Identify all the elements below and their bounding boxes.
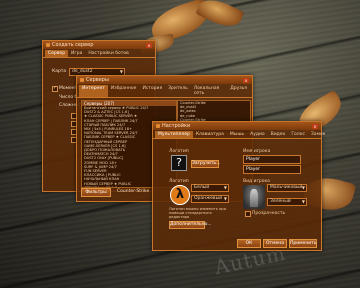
lambda-logo-icon: λ [170,185,190,205]
tab-bot-settings[interactable]: Настройки ботов [85,50,131,57]
settings-window: Настройки × Мультиплеер Клавиатура Мышь … [152,121,325,251]
app-icon [46,43,50,47]
window-title: Серверы [86,77,109,83]
window-title: Настройки [162,123,191,129]
player-model-preview [243,185,265,209]
create-server-titlebar[interactable]: Создать сервер × [43,41,155,49]
tab-game[interactable]: Игра [68,50,85,57]
tab-keyboard[interactable]: Клавиатура [193,131,227,138]
chevron-down-icon: ▼ [301,199,305,204]
secondary-color-value: Оранжевый [194,196,223,201]
tab-server[interactable]: Сервер [45,50,69,57]
logo-hint: Логотип можно изменить при помощи станда… [169,207,226,220]
logo-label: Логотип [169,149,189,154]
tab-internet[interactable]: Интернет [79,85,108,97]
model-select[interactable]: Мальчиковый ▼ [267,184,307,192]
player-name-input[interactable]: Player [243,155,301,164]
apply-button[interactable]: Применить [289,239,317,248]
tab-spectate[interactable]: Зритель [165,85,191,97]
filter-status: Counter-Strike [117,189,150,194]
secondary-color-select[interactable]: Оранжевый ▼ [191,195,229,203]
ok-button[interactable]: ОК [237,239,261,248]
primary-color-select[interactable]: Белый ▼ [191,184,229,192]
chevron-down-icon: ▼ [223,196,227,201]
transparency-checkbox[interactable] [245,211,251,217]
model-color-select[interactable]: Зелёный ▼ [267,198,307,206]
chevron-down-icon: ▼ [223,185,227,190]
tab-multiplayer[interactable]: Мультиплеер [155,131,193,138]
tab-friends[interactable]: Друзья [227,85,250,97]
close-icon[interactable]: × [312,123,318,129]
player-nick-input[interactable]: Player [243,165,301,174]
window-title: Создать сервер [52,42,94,48]
create-server-tabs: Сервер Игра Настройки ботов [43,49,155,58]
transparency-label: Прозрачность [252,211,286,216]
tab-lan[interactable]: Локальная сеть [191,85,227,97]
browse-button[interactable]: Загрузить... [191,160,220,168]
player-figure-icon [250,189,258,207]
player-logo-icon: ? [171,155,187,171]
leaf-decoration [195,0,245,33]
map-select-value: de_dust2 [72,69,93,74]
instant-checkbox[interactable] [52,85,58,92]
tab-history[interactable]: История [139,85,165,97]
tab-video[interactable]: Видео [268,131,289,138]
tab-favorites[interactable]: Избранное [108,85,140,97]
primary-color-value: Белый [194,185,210,190]
advanced-button[interactable]: Дополнительно... [169,221,212,229]
color-label: Логотип [169,179,189,184]
close-icon[interactable]: × [243,77,249,83]
servers-tabs: Интернет Избранное История Зритель Локал… [77,84,252,98]
tab-mouse[interactable]: Мышь [227,131,247,138]
app-icon [80,78,84,82]
model-label: Вид игрока [243,179,270,184]
player-name-label: Имя игрока [243,149,271,154]
settings-titlebar[interactable]: Настройки × [153,122,321,130]
model-color-value: Зелёный [270,199,291,204]
model-value: Мальчиковый [270,185,303,190]
chevron-down-icon: ▼ [301,185,305,190]
tab-voice[interactable]: Голос [288,131,308,138]
tab-audio[interactable]: Аудио [247,131,268,138]
app-icon [156,124,160,128]
filters-button[interactable]: Фильтры [81,188,111,197]
close-icon[interactable]: × [146,42,152,48]
map-label: Карта [52,69,67,74]
settings-tabs: Мультиплеер Клавиатура Мышь Аудио Видео … [153,130,325,139]
tab-lock[interactable]: Замок [308,131,329,138]
servers-titlebar[interactable]: Серверы × [77,76,252,84]
cancel-button[interactable]: Отмена [263,239,287,248]
